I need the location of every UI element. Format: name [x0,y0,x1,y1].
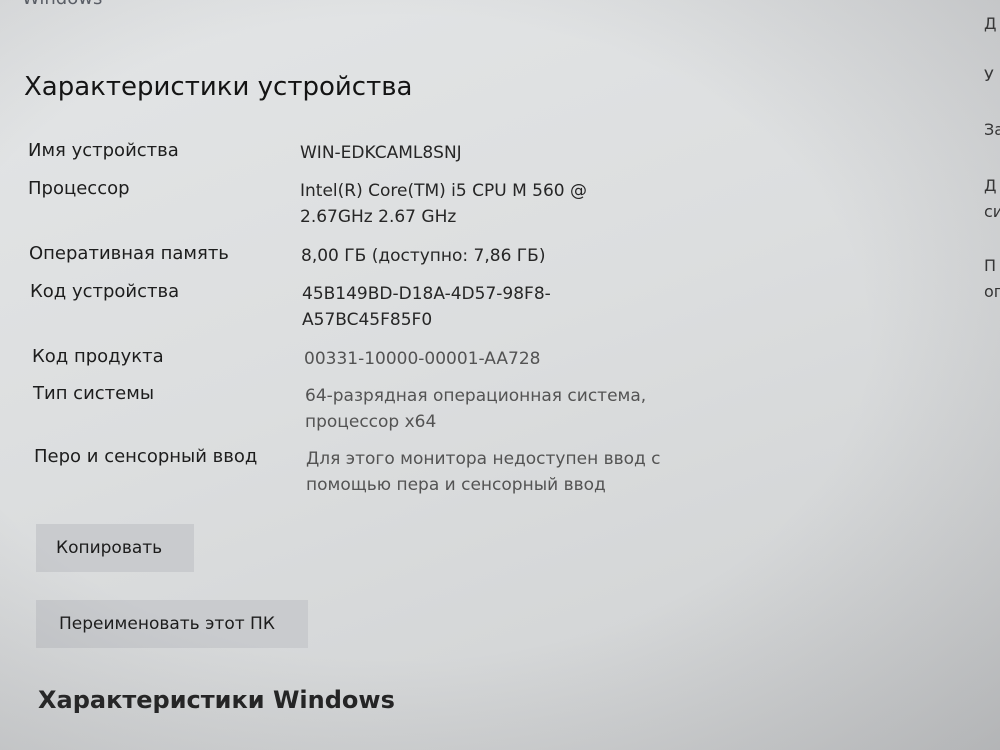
spec-row-processor: Процессор Intel(R) Core(TM) i5 CPU M 560… [28,178,587,230]
spec-label: Перо и сенсорный ввод [34,446,258,467]
related-link[interactable]: си [984,202,1000,221]
spec-value: 8,00 ГБ (доступно: 7,86 ГБ) [301,246,546,266]
spec-label: Тип системы [33,383,155,404]
spec-row-system-type: Тип системы 64-разрядная операционная си… [33,383,646,435]
window-title-cut: Windows [22,0,102,9]
spec-row-device-id: Код устройства 45B149BD-D18A-4D57-98F8- … [30,281,551,333]
spec-value: Intel(R) Core(TM) i5 CPU M 560 @ 2.67GHz… [300,181,588,227]
spec-row-device-name: Имя устройства WIN-EDKCAML8SNJ [28,140,462,166]
spec-label: Имя устройства [28,140,179,161]
copy-button[interactable]: Копировать [36,524,194,572]
spec-label: Процессор [28,178,130,199]
spec-row-ram: Оперативная память 8,00 ГБ (доступно: 7,… [29,243,545,269]
spec-value: WIN-EDKCAML8SNJ [300,143,462,163]
related-link[interactable]: Д [984,176,997,195]
spec-row-pen-touch: Перо и сенсорный ввод Для этого монитора… [34,446,661,498]
device-specs-title: Характеристики устройства [24,72,413,102]
related-link[interactable]: Д [984,14,997,33]
spec-value: Для этого монитора недоступен ввод с пом… [306,449,661,495]
spec-value: 64-разрядная операционная система, проце… [305,386,647,432]
spec-label: Код продукта [32,346,164,367]
spec-label: Код устройства [30,281,180,302]
spec-label: Оперативная память [29,243,229,264]
spec-value: 45B149BD-D18A-4D57-98F8- A57BC45F85F0 [302,284,551,330]
related-link[interactable]: ог [984,282,1000,301]
related-settings-panel: Д У За Д си П ог [930,0,1000,750]
windows-specs-title: Характеристики Windows [38,686,395,714]
related-link[interactable]: У [984,66,994,85]
spec-value: 00331-10000-00001-AA728 [304,349,541,369]
spec-row-product-id: Код продукта 00331-10000-00001-AA728 [32,346,540,372]
rename-pc-button[interactable]: Переименовать этот ПК [36,600,308,648]
related-link[interactable]: П [984,256,996,275]
related-link[interactable]: За [984,120,1000,139]
